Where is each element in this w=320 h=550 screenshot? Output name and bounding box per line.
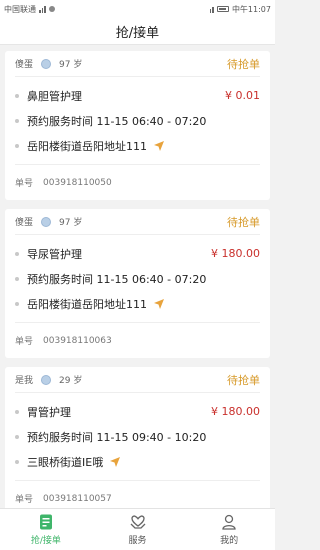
order-card-header: 是我 29 岁 待抢单 [15,367,260,393]
appointment-time: 预约服务时间 11-15 09:40 - 10:20 [27,430,207,444]
service-name: 导尿管护理 [27,247,82,261]
navigation-icon[interactable] [109,456,121,468]
bullet-icon [15,459,19,464]
battery-icon [216,6,229,12]
signal-icon [39,5,46,13]
status-badge: 待抢单 [227,373,260,387]
patient-age: 29 岁 [59,376,83,386]
bullet-icon [15,409,19,414]
wifi-icon [209,6,214,13]
order-card[interactable]: 是我 29 岁 待抢单 胃管护理 ¥ 180.00 预约服务时间 11-15 0… [5,367,270,516]
notification-icon [48,6,55,12]
appointment-row: 预约服务时间 11-15 09:40 - 10:20 [15,424,260,449]
patient-name: 是我 [15,376,34,386]
appointment-time: 预约服务时间 11-15 06:40 - 07:20 [27,272,207,286]
appointment-time: 预约服务时间 11-15 06:40 - 07:20 [27,114,207,128]
bullet-icon [15,118,19,123]
tab-service[interactable]: 服务 [92,509,184,550]
price: ¥ 180.00 [211,405,260,418]
bullet-icon [15,251,19,256]
address-row[interactable]: 三眼桥街道IE哦 [15,449,260,474]
appointment-row: 预约服务时间 11-15 06:40 - 07:20 [15,266,260,291]
order-card[interactable]: 傻蛋 97 岁 待抢单 导尿管护理 ¥ 180.00 预约服务时间 11-15 … [5,209,270,358]
service-name: 鼻胆管护理 [27,89,82,103]
order-card[interactable]: 傻蛋 97 岁 待抢单 鼻胆管护理 ¥ 0.01 预约服务时间 11-15 06… [5,51,270,200]
order-number-label: 单号 [15,337,34,347]
status-bar: 中国联通 中午11:07 [0,0,275,18]
heart-hands-icon [130,515,145,529]
gender-icon [41,58,52,69]
price: ¥ 180.00 [211,247,260,260]
appointment-row: 预约服务时间 11-15 06:40 - 07:20 [15,108,260,133]
order-card-header: 傻蛋 97 岁 待抢单 [15,51,260,77]
price: ¥ 0.01 [225,89,260,102]
status-badge: 待抢单 [227,57,260,71]
bullet-icon [15,143,19,148]
user-icon [222,514,236,530]
address-row[interactable]: 岳阳楼街道岳阳地址111 [15,291,260,316]
service-row: 导尿管护理 ¥ 180.00 [15,241,260,266]
page-title: 抢/接单 [0,18,275,45]
patient-name: 傻蛋 [15,218,34,228]
bullet-icon [15,276,19,281]
patient-age: 97 岁 [59,60,83,70]
gender-icon [41,374,52,385]
clock-label: 中午11:07 [231,4,271,14]
service-row: 鼻胆管护理 ¥ 0.01 [15,83,260,108]
order-number-label: 单号 [15,495,34,505]
address: 三眼桥街道IE哦 [27,455,104,469]
order-number-label: 单号 [15,179,34,189]
order-card-header: 傻蛋 97 岁 待抢单 [15,209,260,235]
bullet-icon [15,434,19,439]
document-icon [39,514,52,530]
service-row: 胃管护理 ¥ 180.00 [15,399,260,424]
bullet-icon [15,301,19,306]
order-number-row: 单号 003918110050 [15,164,260,200]
gender-icon [41,216,52,227]
order-number: 003918110057 [43,493,112,504]
order-number: 003918110050 [43,177,112,188]
address: 岳阳楼街道岳阳地址111 [27,297,147,311]
bottom-tab-bar: 抢/接单 服务 我的 [0,508,275,550]
bullet-icon [15,93,19,98]
navigation-icon[interactable] [153,298,165,310]
patient-name: 傻蛋 [15,60,34,70]
service-name: 胃管护理 [27,405,71,419]
patient-age: 97 岁 [59,218,83,228]
carrier-label: 中国联通 [4,4,36,14]
status-badge: 待抢单 [227,215,260,229]
tab-label: 抢/接单 [30,536,61,546]
address: 岳阳楼街道岳阳地址111 [27,139,147,153]
order-number-row: 单号 003918110063 [15,322,260,358]
address-row[interactable]: 岳阳楼街道岳阳地址111 [15,133,260,158]
tab-mine[interactable]: 我的 [183,509,275,550]
tab-label: 服务 [128,536,147,546]
navigation-icon[interactable] [153,140,165,152]
order-number: 003918110063 [43,335,112,346]
order-list: 傻蛋 97 岁 待抢单 鼻胆管护理 ¥ 0.01 预约服务时间 11-15 06… [0,45,275,516]
tab-label: 我的 [220,536,239,546]
tab-orders[interactable]: 抢/接单 [0,509,92,550]
